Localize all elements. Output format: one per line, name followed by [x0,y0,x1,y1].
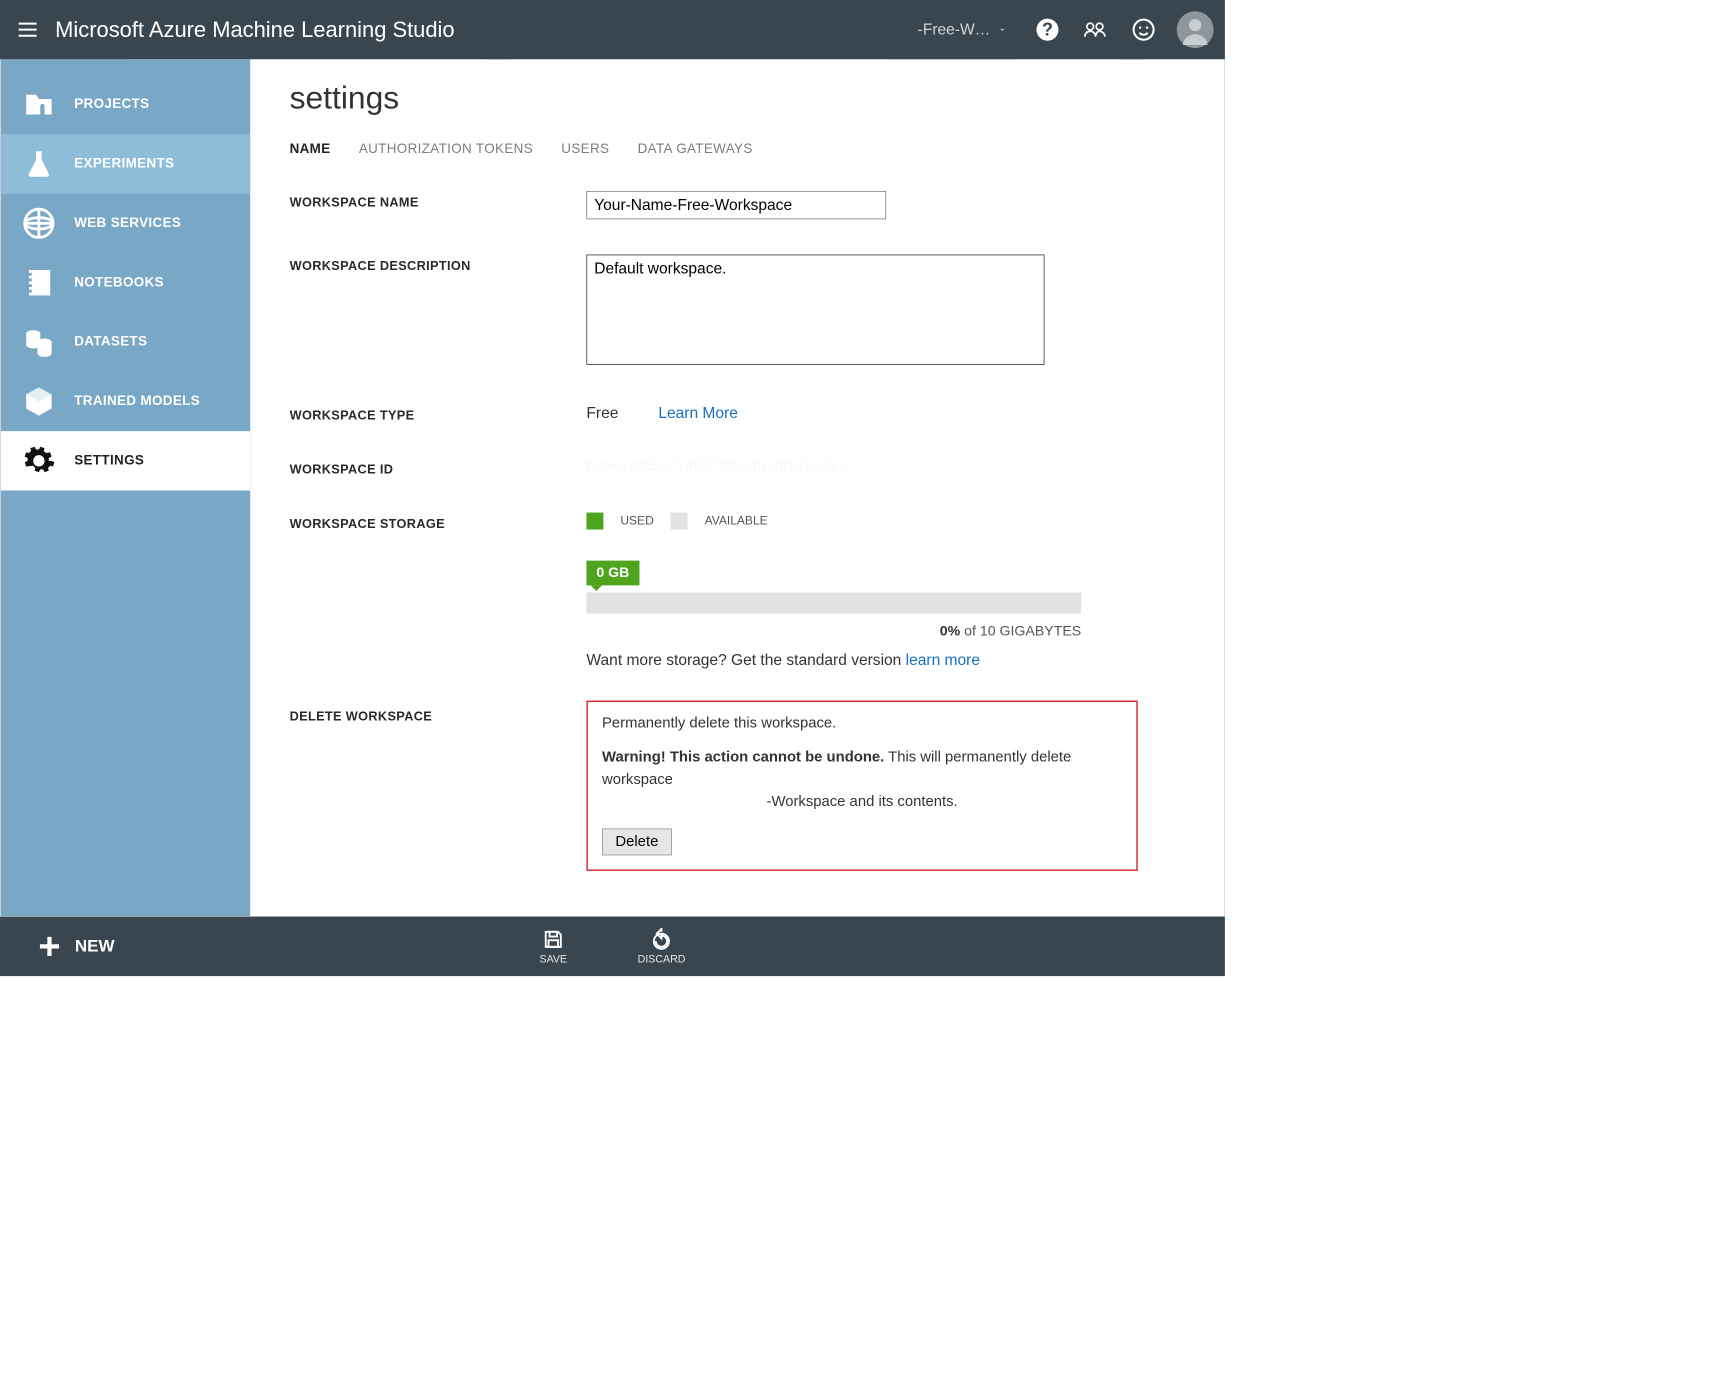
delete-warning: Warning! This action cannot be undone. T… [602,746,1122,813]
help-icon[interactable]: ? [1035,18,1059,42]
sidebar-item-notebooks[interactable]: NOTEBOOKS [1,253,251,312]
svg-text:?: ? [1042,20,1053,40]
page-title: settings [290,79,1182,116]
sidebar-item-projects[interactable]: PROJECTS [1,75,251,134]
feedback-smiley-icon[interactable] [1132,18,1156,42]
trained-models-icon [20,383,57,420]
discard-icon [650,928,673,951]
storage-used-bubble: 0 GB [587,560,640,585]
topbar: Microsoft Azure Machine Learning Studio … [0,0,1225,59]
storage-learn-more-link[interactable]: learn more [906,651,980,669]
workspace-type-value: Free [587,404,619,422]
sidebar-item-trained-models[interactable]: TRAINED MODELS [1,372,251,431]
projects-icon [20,86,57,123]
discard-button[interactable]: DISCARD [638,928,686,965]
label-workspace-type: WORKSPACE TYPE [290,404,587,423]
sidebar-item-settings[interactable]: SETTINGS [1,431,251,490]
tab-data-gateways[interactable]: DATA GATEWAYS [638,141,753,157]
web-services-icon [20,205,57,242]
sidebar-item-label: SETTINGS [74,453,144,469]
tabs: NAME AUTHORIZATION TOKENS USERS DATA GAT… [290,141,1182,157]
save-icon [542,928,565,951]
storage-bar [587,592,1082,613]
discard-label: DISCARD [638,953,686,965]
legend-available-swatch [671,512,688,529]
notebooks-icon [20,264,57,301]
delete-button[interactable]: Delete [602,828,672,855]
tab-name[interactable]: NAME [290,141,331,157]
footer: NEW SAVE DISCARD [0,917,1225,976]
settings-icon [20,442,57,479]
delete-workspace-box: Permanently delete this workspace. Warni… [587,700,1138,870]
app-title: Microsoft Azure Machine Learning Studio [55,17,454,42]
sidebar-item-label: PROJECTS [74,97,149,113]
user-avatar[interactable] [1177,11,1214,48]
workspace-name-input[interactable] [587,191,887,219]
save-label: SAVE [539,953,566,965]
sidebar-item-label: TRAINED MODELS [74,394,200,410]
legend-used-label: USED [621,514,654,528]
label-workspace-id: WORKSPACE ID [290,458,587,477]
workspace-id-value: b2a61efa5077465782cefa1bf573a2ec [587,458,848,474]
chevron-down-icon [997,25,1007,35]
sidebar-item-web-services[interactable]: WEB SERVICES [1,194,251,253]
learn-more-link[interactable]: Learn More [659,404,739,422]
sidebar-item-datasets[interactable]: DATASETS [1,312,251,371]
content: settings NAME AUTHORIZATION TOKENS USERS… [250,59,1224,916]
storage-percentage: 0% of 10 GIGABYTES [587,623,1082,639]
label-workspace-name: WORKSPACE NAME [290,191,587,210]
workspace-selector-label: -Free-W… [918,20,991,38]
sidebar-item-label: EXPERIMENTS [74,156,174,172]
users-icon[interactable] [1084,18,1108,42]
hamburger-menu[interactable] [0,0,55,59]
storage-legend: USED AVAILABLE [587,512,1182,529]
main: PROJECTS EXPERIMENTS WEB SERVICES NOTEBO… [0,59,1225,916]
label-delete-workspace: DELETE WORKSPACE [290,705,587,724]
sidebar: PROJECTS EXPERIMENTS WEB SERVICES NOTEBO… [1,59,251,916]
legend-used-swatch [587,512,604,529]
legend-available-label: AVAILABLE [705,514,768,528]
plus-icon [37,934,62,959]
sidebar-item-label: NOTEBOOKS [74,275,164,291]
label-workspace-description: WORKSPACE DESCRIPTION [290,254,587,273]
new-label: NEW [75,937,115,957]
save-button[interactable]: SAVE [539,928,566,965]
label-workspace-storage: WORKSPACE STORAGE [290,512,587,531]
datasets-icon [20,324,57,361]
sidebar-item-experiments[interactable]: EXPERIMENTS [1,134,251,193]
storage-upsell: Want more storage? Get the standard vers… [587,651,1182,669]
experiments-icon [20,146,57,183]
workspace-selector[interactable]: -Free-W… [918,20,1008,38]
delete-description: Permanently delete this workspace. [602,715,1122,732]
hamburger-icon [16,18,40,42]
tab-authorization-tokens[interactable]: AUTHORIZATION TOKENS [359,141,533,157]
new-button[interactable]: NEW [0,934,115,959]
sidebar-item-label: DATASETS [74,334,147,350]
workspace-description-input[interactable]: Default workspace. [587,254,1045,364]
tab-users[interactable]: USERS [562,141,610,157]
sidebar-item-label: WEB SERVICES [74,216,181,232]
